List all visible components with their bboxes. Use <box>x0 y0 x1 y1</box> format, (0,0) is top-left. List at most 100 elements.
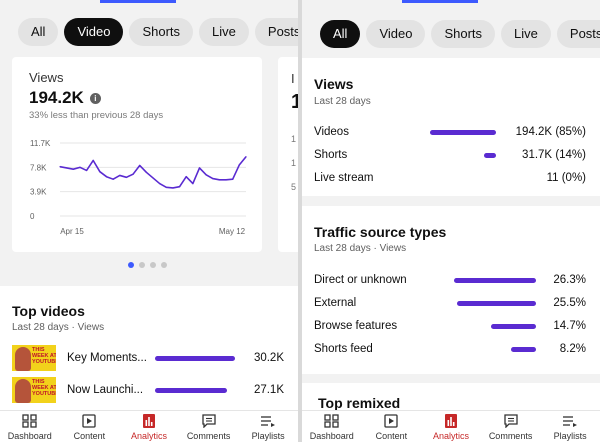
nav-playlists[interactable]: Playlists <box>238 411 298 442</box>
stat-number: 11 <box>546 172 559 184</box>
stat-value: 11 (0%) <box>547 172 586 184</box>
chip-live[interactable]: Live <box>199 18 249 46</box>
data-point <box>245 156 247 158</box>
traffic-subtitle: Last 28 days · Views <box>314 243 407 254</box>
views-card[interactable]: Views 194.2K i 33% less than previous 28… <box>12 57 262 252</box>
views-value: 194.2K i <box>29 88 101 108</box>
nav-analytics[interactable]: Analytics <box>421 411 481 442</box>
stat-value: 194.2K (85%) <box>516 126 586 138</box>
top-videos-subtitle: Last 28 days · Views <box>12 322 105 333</box>
chip-shorts[interactable]: Shorts <box>129 18 194 46</box>
chip-video[interactable]: Video <box>366 20 426 48</box>
views-row-videos[interactable]: Videos 194.2K (85%) <box>314 124 586 140</box>
data-point <box>218 179 221 181</box>
nav-comments[interactable]: Comments <box>481 411 541 442</box>
top-video-row[interactable]: THIS WEEK AT YOUTUBE Key Moments... 30.2… <box>12 345 292 371</box>
views-subtitle: Last 28 days <box>314 96 371 107</box>
analytics-icon <box>142 414 155 428</box>
content-icon <box>384 414 399 428</box>
chip-all[interactable]: All <box>18 18 59 46</box>
carousel-dot[interactable] <box>161 262 167 268</box>
filter-chips: All Video Shorts Live Posts <box>320 20 600 48</box>
chip-posts[interactable]: Posts <box>556 20 600 48</box>
stat-bar <box>454 277 536 283</box>
playlists-icon <box>563 416 578 427</box>
top-video-row[interactable]: THIS WEEK AT YOUTUBE Now Launchi... 27.1… <box>12 377 292 403</box>
y-tick-label: 7.8K <box>30 163 47 172</box>
traffic-row[interactable]: Browse features 14.7% <box>314 318 586 334</box>
nav-label: Analytics <box>432 431 469 441</box>
nav-dashboard[interactable]: Dashboard <box>302 411 362 442</box>
nav-content[interactable]: Content <box>362 411 422 442</box>
bottom-nav: Dashboard Content Analytics Comments Pla… <box>0 410 298 442</box>
views-row-shorts[interactable]: Shorts 31.7K (14%) <box>314 147 586 163</box>
info-icon[interactable]: i <box>89 92 101 104</box>
traffic-source-section: Traffic source types Last 28 days · View… <box>302 206 600 374</box>
data-point <box>145 171 147 173</box>
traffic-row[interactable]: External 25.5% <box>314 295 586 311</box>
next-card-tick: 1 <box>291 134 297 144</box>
data-point <box>79 166 81 168</box>
carousel-dot[interactable] <box>139 262 145 268</box>
data-point <box>59 166 61 168</box>
data-point <box>72 168 74 170</box>
traffic-row[interactable]: Shorts feed 8.2% <box>314 341 586 357</box>
nav-label: Content <box>375 431 408 441</box>
stat-bar <box>457 300 536 306</box>
stat-bar <box>511 346 536 352</box>
views-comparison: 33% less than previous 28 days <box>29 110 164 121</box>
chip-all[interactable]: All <box>320 20 361 48</box>
nav-label: Analytics <box>130 431 167 441</box>
video-title: Now Launchi... <box>67 384 144 396</box>
nav-dashboard[interactable]: Dashboard <box>0 411 60 442</box>
dashboard-icon <box>324 414 339 428</box>
stat-bar <box>491 323 536 329</box>
nav-content[interactable]: Content <box>60 411 120 442</box>
video-thumbnail: THIS WEEK AT YOUTUBE <box>12 377 56 403</box>
chip-shorts[interactable]: Shorts <box>431 20 496 48</box>
nav-label: Playlists <box>251 431 285 441</box>
nav-comments[interactable]: Comments <box>179 411 239 442</box>
stat-number: 194.2K <box>515 126 553 138</box>
data-point <box>232 178 234 180</box>
chip-live[interactable]: Live <box>501 20 551 48</box>
next-card-tick: 5 <box>291 182 297 192</box>
stat-label: Browse features <box>314 320 398 332</box>
video-views-value: 30.2K <box>253 352 284 364</box>
data-point <box>119 174 121 177</box>
nav-playlists[interactable]: Playlists <box>540 411 600 442</box>
y-tick-label: 3.9K <box>30 188 47 197</box>
views-series-line <box>59 156 247 189</box>
stat-value: 8.2% <box>559 343 586 355</box>
chip-video[interactable]: Video <box>64 18 124 46</box>
views-number: 194.2K <box>29 88 84 107</box>
data-point <box>192 182 194 185</box>
top-videos-title: Top videos <box>12 303 85 319</box>
data-point <box>66 167 68 169</box>
dashboard-icon <box>22 414 37 428</box>
comments-icon <box>503 414 518 428</box>
traffic-row[interactable]: Direct or unknown 26.3% <box>314 272 586 288</box>
stat-percent: (0%) <box>561 172 586 184</box>
stat-label: Shorts <box>314 149 348 161</box>
data-point <box>85 169 88 172</box>
x-tick-label: May 12 <box>219 227 246 236</box>
stat-label: Shorts feed <box>314 343 373 355</box>
nav-analytics[interactable]: Analytics <box>119 411 179 442</box>
data-point <box>105 176 108 178</box>
stat-bar <box>430 129 496 135</box>
next-card-peek[interactable]: I 1 1 1 5 <box>278 57 298 252</box>
data-point <box>225 179 227 181</box>
views-label: Views <box>29 70 64 85</box>
stat-value: 25.5% <box>553 297 586 309</box>
nav-label: Dashboard <box>309 431 354 441</box>
views-row-live[interactable]: Live stream 11 (0%) <box>314 170 586 186</box>
video-views-bar <box>155 387 227 393</box>
next-card-ticks: 1 1 5 <box>291 127 298 199</box>
carousel-dot[interactable] <box>128 262 134 268</box>
stat-percent: (14%) <box>555 149 586 161</box>
carousel-dots <box>128 262 167 268</box>
chip-posts[interactable]: Posts <box>254 18 298 46</box>
data-point <box>238 164 240 166</box>
carousel-dot[interactable] <box>150 262 156 268</box>
